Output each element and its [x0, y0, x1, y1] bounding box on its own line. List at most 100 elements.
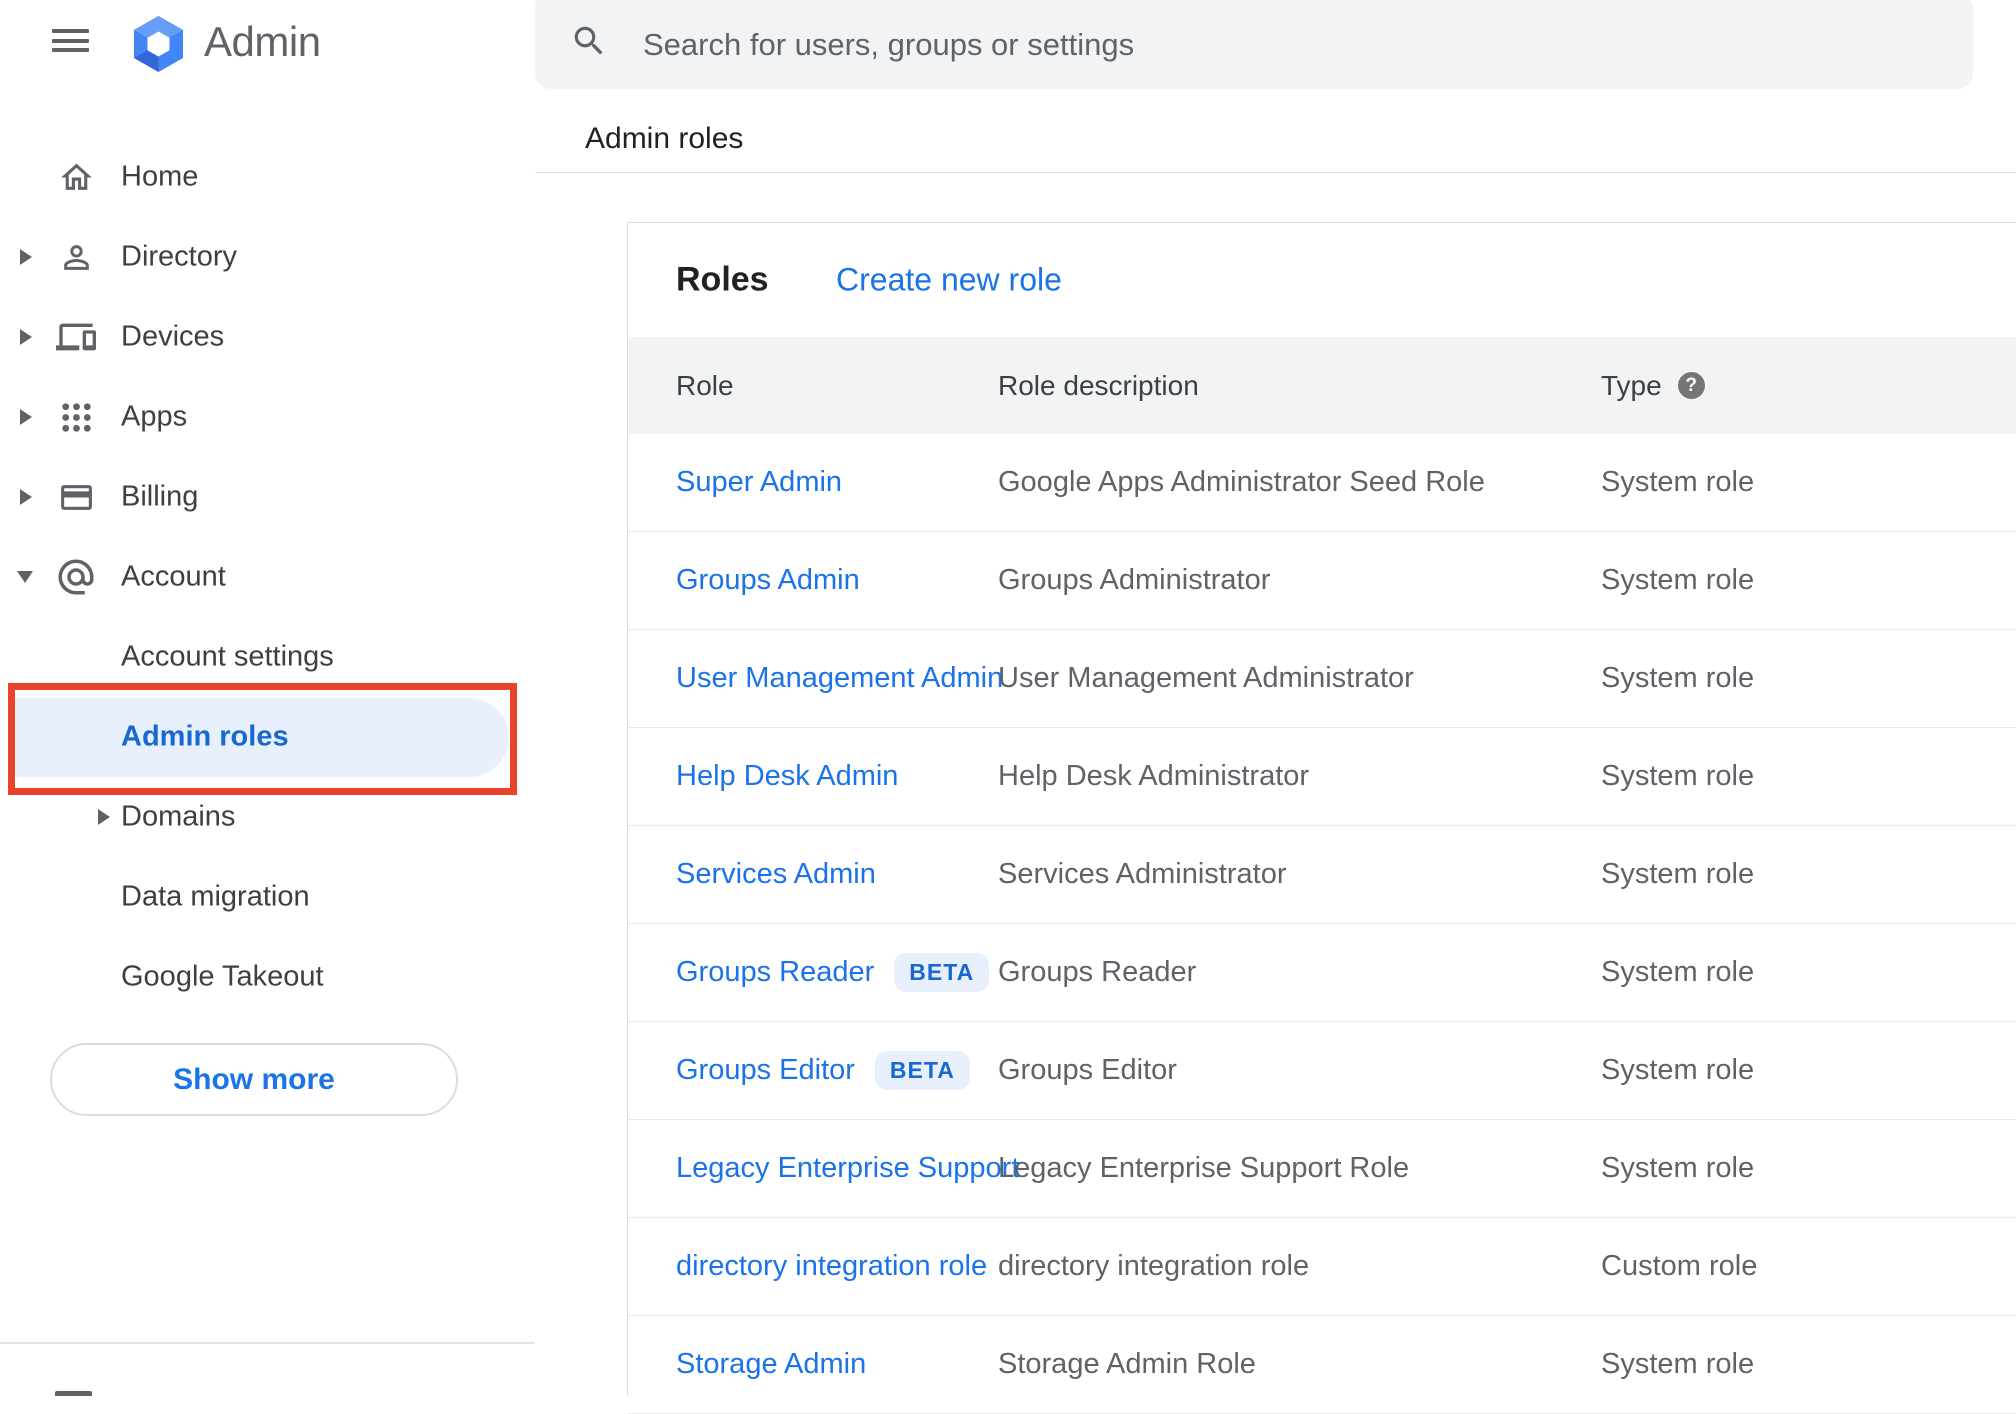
expand-arrow-icon[interactable]	[20, 249, 32, 265]
role-name-cell: Groups Editor BETA	[628, 1051, 998, 1090]
hamburger-menu-icon[interactable]	[52, 29, 89, 56]
sidebar-item-devices[interactable]: Devices	[0, 297, 535, 377]
table-row: Legacy Enterprise Support Legacy Enterpr…	[628, 1120, 2016, 1218]
column-header-type: Type ?	[1601, 370, 2016, 402]
sidebar-item-label: Admin roles	[121, 720, 289, 753]
role-description-cell: Storage Admin Role	[998, 1348, 1256, 1380]
role-type-cell: Custom role	[1601, 1250, 1758, 1282]
column-header-role: Role	[676, 369, 734, 401]
beta-badge: BETA	[894, 953, 990, 992]
role-name-cell: Groups Reader BETA	[628, 953, 998, 992]
role-description-cell: Groups Reader	[998, 956, 1197, 988]
roles-panel: Roles Create new role Role Role descript…	[627, 222, 2016, 1414]
role-type-cell: System role	[1601, 564, 1755, 596]
panel-title: Roles	[676, 260, 769, 299]
sidebar-item-account-settings[interactable]: Account settings	[0, 617, 535, 697]
role-type-cell: System role	[1601, 760, 1755, 792]
table-row: Groups Reader BETA Groups Reader System …	[628, 924, 2016, 1022]
brand-title: Admin	[204, 18, 321, 65]
role-link[interactable]: User Management Admin	[676, 662, 1003, 695]
table-row: Services Admin Services Administrator Sy…	[628, 826, 2016, 924]
table-row: Super Admin Google Apps Administrator Se…	[628, 434, 2016, 532]
sidebar-item-label: Home	[121, 160, 199, 193]
sidebar-item-directory[interactable]: Directory	[0, 217, 535, 297]
table-header-row: Role Role description Type ?	[628, 337, 2016, 434]
credit-card-icon	[54, 475, 98, 519]
role-description-cell: User Management Administrator	[998, 662, 1414, 694]
sidebar-item-domains[interactable]: Domains	[0, 777, 535, 857]
table-row: directory integration role directory int…	[628, 1218, 2016, 1316]
role-name-cell: Storage Admin	[628, 1348, 998, 1381]
sidebar-divider	[0, 1342, 535, 1344]
expand-arrow-icon[interactable]	[98, 809, 110, 825]
sidebar-item-label: Account	[121, 560, 226, 593]
role-link[interactable]: Groups Reader	[676, 956, 874, 989]
role-link[interactable]: Storage Admin	[676, 1348, 866, 1381]
role-description-cell: Services Administrator	[998, 858, 1287, 890]
at-email-icon	[54, 555, 98, 599]
table-row: User Management Admin User Management Ad…	[628, 630, 2016, 728]
role-name-cell: Legacy Enterprise Support	[628, 1152, 1019, 1185]
table-row: Storage Admin Storage Admin Role System …	[628, 1316, 2016, 1414]
role-description-cell: directory integration role	[998, 1250, 1310, 1282]
google-admin-console: { "brand": { "title": "Admin", "menu_ico…	[0, 0, 2016, 1414]
search-bar[interactable]	[535, 0, 1973, 89]
beta-badge: BETA	[874, 1051, 970, 1090]
roles-panel-header: Roles Create new role	[628, 223, 2016, 337]
table-row: Groups Editor BETA Groups Editor System …	[628, 1022, 2016, 1120]
role-description-cell: Google Apps Administrator Seed Role	[998, 466, 1485, 498]
roles-table-body: Super Admin Google Apps Administrator Se…	[628, 434, 2016, 1414]
sidebar-item-google-takeout[interactable]: Google Takeout	[0, 937, 535, 1017]
sidebar-item-billing[interactable]: Billing	[0, 457, 535, 537]
sidebar-item-label: Apps	[121, 400, 188, 433]
role-link[interactable]: Help Desk Admin	[676, 760, 898, 793]
sidebar-item-apps[interactable]: Apps	[0, 377, 535, 457]
role-link[interactable]: Groups Editor	[676, 1054, 855, 1087]
role-name-cell: directory integration role	[628, 1250, 998, 1283]
create-new-role-link[interactable]: Create new role	[836, 262, 1062, 299]
role-link[interactable]: Super Admin	[676, 466, 842, 499]
question-mark-help-icon[interactable]: ?	[1677, 372, 1705, 399]
search-icon	[570, 22, 608, 65]
role-link[interactable]: directory integration role	[676, 1250, 987, 1283]
sidebar-item-label: Data migration	[121, 880, 310, 913]
expand-arrow-icon[interactable]	[20, 409, 32, 425]
collapse-arrow-icon[interactable]	[17, 571, 33, 583]
role-name-cell: Groups Admin	[628, 564, 998, 597]
role-link[interactable]: Legacy Enterprise Support	[676, 1152, 1019, 1185]
home-icon	[54, 155, 98, 199]
sidebar-item-admin-roles[interactable]: Admin roles	[0, 697, 535, 777]
role-link[interactable]: Groups Admin	[676, 564, 860, 597]
role-description-cell: Legacy Enterprise Support Role	[998, 1152, 1410, 1184]
expand-arrow-icon[interactable]	[20, 489, 32, 505]
role-description-cell: Groups Editor	[998, 1054, 1177, 1086]
cut-off-icon	[55, 1391, 92, 1396]
show-more-button[interactable]: Show more	[50, 1043, 458, 1116]
role-type-cell: System role	[1601, 1348, 1755, 1380]
sidebar-item-label: Domains	[121, 800, 236, 833]
search-input[interactable]	[643, 20, 1843, 70]
column-header-description: Role description	[998, 369, 1199, 401]
google-admin-hexagon-logo	[127, 14, 190, 79]
role-type-cell: System role	[1601, 466, 1755, 498]
breadcrumb: Admin roles	[585, 122, 744, 155]
role-description-cell: Groups Administrator	[998, 564, 1271, 596]
role-type-cell: System role	[1601, 1152, 1755, 1184]
sidebar-item-label: Billing	[121, 480, 199, 513]
table-row: Help Desk Admin Help Desk Administrator …	[628, 728, 2016, 826]
apps-grid-icon	[54, 395, 98, 439]
role-type-cell: System role	[1601, 858, 1755, 890]
role-name-cell: Services Admin	[628, 858, 998, 891]
sidebar-item-home[interactable]: Home	[0, 137, 535, 217]
role-type-cell: System role	[1601, 1054, 1755, 1086]
column-header-type-label: Type	[1601, 369, 1662, 401]
sidebar-item-account[interactable]: Account	[0, 537, 535, 617]
role-link[interactable]: Services Admin	[676, 858, 876, 891]
role-type-cell: System role	[1601, 662, 1755, 694]
expand-arrow-icon[interactable]	[20, 329, 32, 345]
role-name-cell: Help Desk Admin	[628, 760, 998, 793]
table-row: Groups Admin Groups Administrator System…	[628, 532, 2016, 630]
sidebar-item-label: Account settings	[121, 640, 334, 673]
role-name-cell: Super Admin	[628, 466, 998, 499]
sidebar-item-data-migration[interactable]: Data migration	[0, 857, 535, 937]
